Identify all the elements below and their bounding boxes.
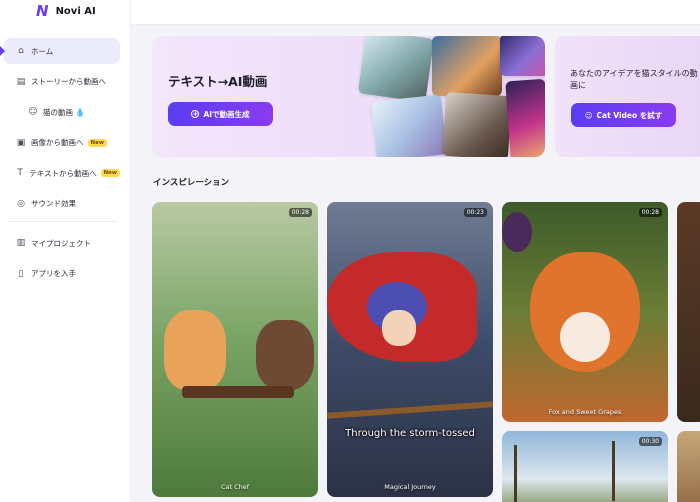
new-badge: New [87, 138, 107, 147]
text-icon: T [17, 168, 23, 178]
video-card-palms[interactable]: 00:30 [502, 431, 668, 502]
duration-badge: 00:28 [638, 208, 662, 217]
sound-icon: ◎ [17, 198, 25, 209]
video-subtitle: Through the storm-tossed [345, 428, 475, 439]
video-card-partial[interactable] [677, 202, 700, 422]
phone-icon: ▯ [18, 268, 24, 279]
sidebar-item-label: ストーリーから動画へ [31, 77, 106, 86]
sidebar-item-get-app[interactable]: ▯ アプリを入手 [4, 261, 120, 287]
button-label: Cat Video を試す [596, 110, 663, 120]
home-icon: ⌂ [18, 46, 24, 56]
cat-icon: ☺ [28, 107, 38, 117]
sidebar-divider [8, 221, 116, 222]
fox-muzzle [560, 312, 610, 362]
card-title: Fox and Sweet Grapes [548, 408, 622, 416]
video-card-partial[interactable] [677, 431, 700, 502]
video-card-cat-chef[interactable]: 00:28 Cat Chef [152, 202, 318, 497]
app-name: Novi AI [55, 5, 96, 17]
story-icon: ▤ [16, 76, 26, 87]
plus-icon: + [191, 110, 200, 118]
card-title: Magical Journey [384, 483, 436, 491]
button-label: AIで動画生成 [203, 109, 250, 119]
sidebar-item-label: マイプロジェクト [31, 238, 91, 248]
cat-figure [164, 310, 226, 390]
sidebar-item-my-projects[interactable]: ▥ マイプロジェクト [4, 230, 120, 256]
sidebar-item-sound-effects[interactable]: ◎ サウンド効果 [4, 191, 120, 217]
grapes-shape [502, 212, 532, 252]
palm-tree [612, 441, 652, 501]
sidebar-item-text-to-video[interactable]: T テキストから動画へ New [4, 160, 120, 186]
active-indicator [0, 46, 5, 56]
cat-video-banner[interactable]: あなたのアイデアを猫スタイルの動画に ☺ Cat Video を試す [555, 36, 700, 157]
sidebar-item-label: アプリを入手 [31, 269, 76, 278]
sidebar-item-home[interactable]: ⌂ ホーム [0, 38, 120, 64]
sidebar-item-label: ホーム [31, 46, 54, 56]
witch-face [382, 310, 416, 346]
thumbnail-boy [432, 36, 502, 96]
sidebar-item-story-to-video[interactable]: ▤ ストーリーから動画へ [4, 69, 120, 95]
cow-figure [256, 320, 314, 390]
new-badge: New [100, 169, 120, 177]
inspiration-heading: インスピレーション [153, 178, 230, 188]
sidebar-nav: ⌂ ホーム ▤ ストーリーから動画へ ☺ 猫の動画 💧 ▣ 画像から動画へ Ne… [0, 38, 120, 291]
thumbnail-city [505, 78, 545, 157]
duration-badge: 00:28 [288, 208, 312, 217]
generate-video-button[interactable]: + AIで動画生成 [168, 102, 273, 126]
sidebar: N Novi AI ⌂ ホーム ▤ ストーリーから動画へ ☺ 猫の動画 💧 ▣ … [0, 0, 131, 502]
duration-badge: 00:23 [463, 208, 487, 217]
palm-tree [514, 445, 554, 502]
logo-mark-icon: N [36, 2, 49, 20]
video-card-magical-journey[interactable]: Through the storm-tossed 00:23 Magical J… [327, 202, 493, 497]
card-title: Cat Chef [220, 483, 250, 491]
banner-title: テキスト→AI動画 [168, 74, 268, 89]
folder-icon: ▥ [16, 238, 26, 248]
sidebar-item-label: 猫の動画 [43, 107, 73, 117]
video-card-fox-grapes[interactable]: 00:28 Fox and Sweet Grapes [502, 202, 668, 422]
sidebar-item-label: サウンド効果 [31, 199, 76, 208]
sidebar-item-label: 画像から動画へ [31, 138, 84, 147]
sidebar-item-cat-video[interactable]: ☺ 猫の動画 💧 [4, 99, 120, 125]
text-to-video-banner[interactable]: テキスト→AI動画 + AIで動画生成 [152, 36, 545, 157]
cat-icon: ☺ [584, 110, 593, 120]
app-logo[interactable]: N Novi AI [36, 2, 96, 20]
drop-icon: 💧 [75, 107, 85, 117]
duration-badge: 00:30 [638, 437, 662, 446]
banner-text: あなたのアイデアを猫スタイルの動画に [570, 69, 698, 90]
guitar-figure [182, 386, 294, 398]
thumbnail-dragon [357, 36, 435, 103]
sidebar-item-image-to-video[interactable]: ▣ 画像から動画へ New [4, 130, 120, 156]
image-icon: ▣ [16, 137, 26, 148]
thumbnail-couple [441, 91, 513, 157]
sidebar-item-label: テキストから動画へ [29, 168, 97, 178]
top-bar [131, 0, 700, 25]
broomstick [327, 401, 493, 419]
try-cat-video-button[interactable]: ☺ Cat Video を試す [571, 103, 676, 127]
thumbnail-scifi [500, 36, 545, 76]
thumbnail-anime-girl [371, 94, 447, 157]
